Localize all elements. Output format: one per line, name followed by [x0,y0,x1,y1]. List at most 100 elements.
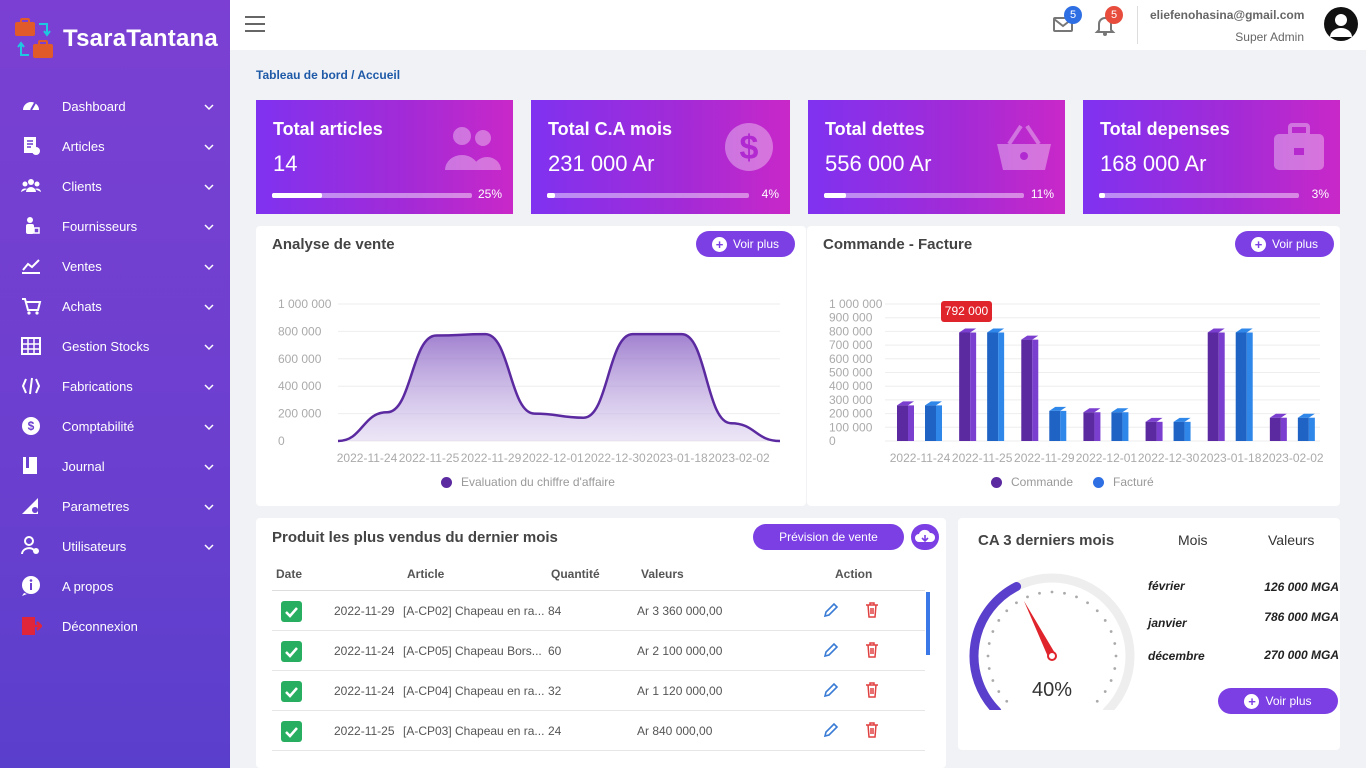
col-article[interactable]: Article [407,567,444,581]
bar-facturé[interactable] [987,328,1005,441]
sidebar-item-dashboard[interactable]: Dashboard [0,86,230,126]
breadcrumb[interactable]: Tableau de bord / Accueil [256,68,400,82]
stat-progress [1099,193,1299,198]
sidebar-item-parametres[interactable]: Parametres [0,486,230,526]
forecast-button[interactable]: Prévision de vente [753,524,904,550]
table-scrollbar[interactable] [926,592,930,655]
sidebar-item-label: Fournisseurs [62,218,138,234]
sidebar-item-articles[interactable]: Articles [0,126,230,166]
bar-commande[interactable] [959,328,977,441]
legend-swatch [441,476,452,488]
table-row[interactable]: 2022-11-24 [A-CP04] Chapeau en ra... 32 … [272,671,925,711]
table-row[interactable]: 2022-11-29 [A-CP02] Chapeau en ra... 84 … [272,591,925,631]
bar-facturé[interactable] [925,401,942,441]
cart-icon [20,295,42,317]
bar-side [970,332,977,441]
ca-month: décembre [1148,649,1205,663]
document-icon [20,135,42,157]
bar-facturé[interactable] [1235,328,1253,441]
edit-icon[interactable] [823,642,839,658]
basket-icon [997,124,1051,170]
bar-commande[interactable] [1207,328,1225,441]
warehouse-icon [20,335,42,357]
user-email[interactable]: eliefenohasina@gmail.com [1150,8,1304,22]
bar-side [1122,412,1129,441]
sidebar-item-fournisseurs[interactable]: Fournisseurs [0,206,230,246]
sidebar-item-comptabilité[interactable]: $ Comptabilité [0,406,230,446]
trash-icon[interactable] [864,641,880,658]
download-button[interactable] [911,524,939,550]
sidebar-item-déconnexion[interactable]: Déconnexion [0,606,230,646]
info-icon [20,575,42,597]
row-checkbox[interactable] [281,601,302,622]
stat-title: Total articles [273,119,383,139]
bar-commande[interactable] [1145,417,1163,441]
ca-voir-plus-button[interactable]: + Voir plus [1218,688,1338,714]
stat-card-4[interactable]: Total depenses 168 000 Ar 3% [1083,100,1340,214]
brand[interactable]: TsaraTantana [14,18,218,60]
sidebar-item-journal[interactable]: Journal [0,446,230,486]
sidebar-item-gestion-stocks[interactable]: Gestion Stocks [0,326,230,366]
row-date: 2022-11-24 [334,644,395,658]
trash-icon[interactable] [864,721,880,738]
bar-facturé[interactable] [1173,417,1191,441]
gauge-tick [1086,601,1089,605]
stat-progress-fill [1099,193,1105,198]
sidebar-item-clients[interactable]: Clients [0,166,230,206]
chevron-down-icon [204,300,214,311]
bar-commande[interactable] [1021,335,1039,441]
trash-icon[interactable] [864,681,880,698]
bar-face [959,332,971,441]
row-checkbox[interactable] [281,721,302,742]
row-date: 2022-11-29 [334,604,395,618]
ca-col-month: Mois [1178,532,1208,548]
avatar[interactable] [1324,7,1358,41]
sidebar-item-utilisateurs[interactable]: Utilisateurs [0,526,230,566]
stat-card-1[interactable]: Total articles 14 25% [256,100,513,214]
bar-commande[interactable] [1269,413,1287,441]
svg-text:$: $ [740,129,759,167]
row-checkbox[interactable] [281,641,302,662]
bar-commande[interactable] [897,401,914,441]
chevron-down-icon [204,100,214,111]
row-date: 2022-11-24 [334,684,395,698]
table-row[interactable]: 2022-11-25 [A-CP03] Chapeau en ra... 24 … [272,711,925,751]
trash-icon[interactable] [864,601,880,618]
bar-side [1184,421,1191,441]
edit-icon[interactable] [823,682,839,698]
bar-commande[interactable] [1083,408,1101,441]
orders-voir-plus-button[interactable]: + Voir plus [1235,231,1334,257]
col-value[interactable]: Valeurs [641,567,684,581]
row-quantity: 60 [548,644,562,658]
sidebar-item-fabrications[interactable]: Fabrications [0,366,230,406]
notifications-button[interactable]: 5 [1094,6,1123,36]
bar-side [936,405,942,441]
gauge-tick [991,630,995,633]
stat-card-2[interactable]: Total C.A mois 231 000 Ar 4% $ [531,100,790,214]
sidebar-item-ventes[interactable]: Ventes [0,246,230,286]
stat-card-3[interactable]: Total dettes 556 000 Ar 11% [808,100,1065,214]
bar-face [1173,421,1185,441]
row-article: [A-CP03] Chapeau en ra... [403,724,545,738]
cloud-download-icon [915,529,936,543]
menu-toggle-icon[interactable] [245,16,265,34]
sidebar-item-a-propos[interactable]: A propos [0,566,230,606]
sidebar-item-achats[interactable]: Achats [0,286,230,326]
mail-button[interactable]: 5 [1052,6,1082,36]
sidebar-item-label: Achats [62,298,102,314]
edit-icon[interactable] [823,722,839,738]
bar-facturé[interactable] [1049,406,1067,441]
orders-invoices-title: Commande - Facture [823,236,973,253]
col-quantity[interactable]: Quantité [551,567,600,581]
table-row[interactable]: 2022-11-24 [A-CP05] Chapeau Bors... 60 A… [272,631,925,671]
mail-badge: 5 [1064,6,1082,24]
bar-facturé[interactable] [1111,408,1129,441]
edit-icon[interactable] [823,602,839,618]
bar-facturé[interactable] [1297,413,1315,441]
legend-label-commande: Commande [1011,475,1074,489]
sales-voir-plus-button[interactable]: + Voir plus [696,231,795,257]
col-date[interactable]: Date [276,567,302,581]
sidebar-nav: Dashboard Articles Clients Fournisseurs Vent… [0,86,230,646]
row-quantity: 84 [548,604,562,618]
row-checkbox[interactable] [281,681,302,702]
